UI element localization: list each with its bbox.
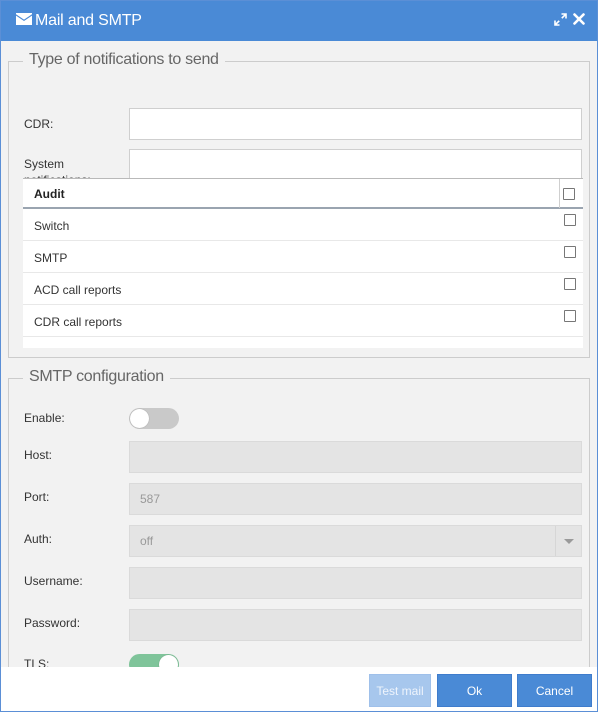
audit-table: Audit Switch SMTP ACD call reports CDR c… xyxy=(23,178,583,348)
row-label-switch: Switch xyxy=(34,219,70,233)
username-input[interactable] xyxy=(129,567,582,599)
chevron-down-icon[interactable] xyxy=(555,526,581,556)
port-value: 587 xyxy=(140,492,161,506)
mail-smtp-dialog: Mail and SMTP Type of notifications to s… xyxy=(0,0,598,712)
acd-call-reports-checkbox[interactable] xyxy=(564,278,576,290)
toggle-knob xyxy=(159,655,178,667)
table-row[interactable]: CDR call reports xyxy=(23,305,583,337)
host-input[interactable] xyxy=(129,441,582,473)
notifications-section: Type of notifications to send CDR: Syste… xyxy=(8,51,590,358)
dialog-titlebar: Mail and SMTP xyxy=(1,1,597,41)
cdr-label: CDR: xyxy=(24,117,54,131)
port-label: Port: xyxy=(24,490,50,504)
mail-icon xyxy=(16,13,32,25)
notifications-legend: Type of notifications to send xyxy=(23,51,225,69)
smtp-checkbox[interactable] xyxy=(564,246,576,258)
tls-label: TLS: xyxy=(24,657,50,667)
header-separator xyxy=(559,179,560,208)
ok-button[interactable]: Ok xyxy=(437,674,512,707)
auth-value: off xyxy=(140,534,154,548)
test-mail-button[interactable]: Test mail xyxy=(369,674,431,707)
switch-checkbox[interactable] xyxy=(564,214,576,226)
password-input[interactable] xyxy=(129,609,582,641)
row-label-cdr-call-reports: CDR call reports xyxy=(34,315,123,329)
host-label: Host: xyxy=(24,448,53,462)
row-label-smtp: SMTP xyxy=(34,251,68,265)
audit-header-label: Audit xyxy=(34,187,65,201)
cdr-call-reports-checkbox[interactable] xyxy=(564,310,576,322)
audit-table-header: Audit xyxy=(23,178,583,209)
row-label-acd-call-reports: ACD call reports xyxy=(34,283,122,297)
system-notifications-input[interactable] xyxy=(129,149,582,181)
smtp-config-legend: SMTP configuration xyxy=(23,368,170,386)
select-all-checkbox[interactable] xyxy=(563,188,575,200)
auth-label: Auth: xyxy=(24,532,53,546)
close-icon[interactable] xyxy=(573,12,585,26)
username-label: Username: xyxy=(24,574,83,588)
toggle-knob xyxy=(130,409,149,428)
dialog-content[interactable]: Type of notifications to send CDR: Syste… xyxy=(1,41,597,667)
enable-label: Enable: xyxy=(24,411,65,425)
smtp-config-section: SMTP configuration Enable: Host: Port: 5… xyxy=(8,368,590,667)
port-input[interactable]: 587 xyxy=(129,483,582,515)
table-row[interactable]: Switch xyxy=(23,209,583,241)
enable-toggle[interactable] xyxy=(129,408,179,429)
table-row[interactable]: ACD call reports xyxy=(23,273,583,305)
cancel-button[interactable]: Cancel xyxy=(517,674,592,707)
password-label: Password: xyxy=(24,616,81,630)
auth-select[interactable]: off xyxy=(129,525,582,557)
tls-toggle[interactable] xyxy=(129,654,179,667)
expand-icon[interactable] xyxy=(554,13,567,26)
cdr-input[interactable] xyxy=(129,108,582,140)
dialog-title: Mail and SMTP xyxy=(35,12,142,29)
dialog-footer: Test mail Ok Cancel xyxy=(1,667,597,711)
table-row[interactable]: SMTP xyxy=(23,241,583,273)
